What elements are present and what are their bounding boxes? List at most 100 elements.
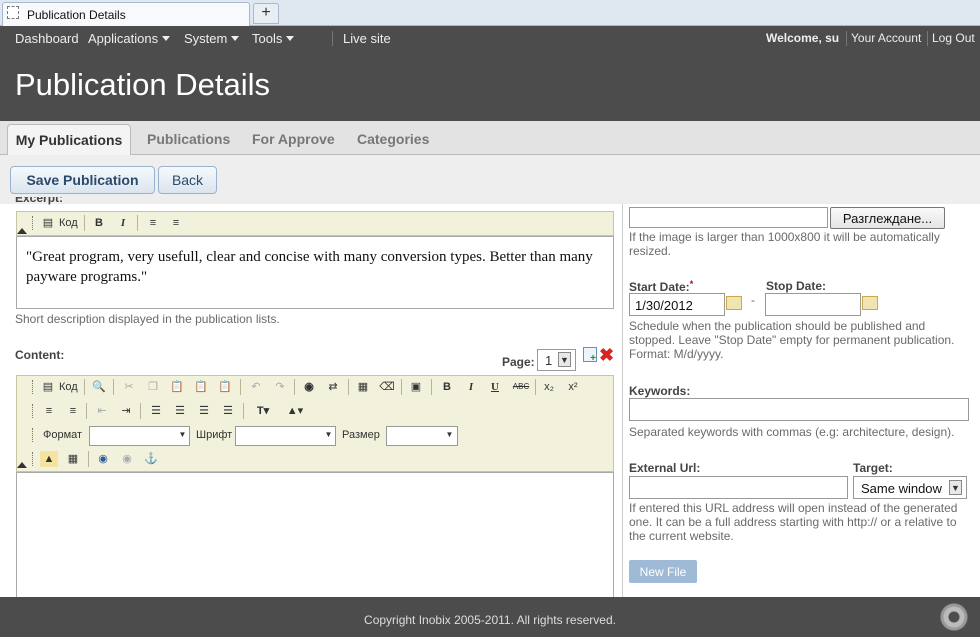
- page-title: Publication Details: [15, 67, 271, 102]
- start-date-input[interactable]: 1/30/2012: [629, 293, 725, 316]
- link-icon[interactable]: ◉: [94, 451, 112, 467]
- browser-tab[interactable]: Publication Details: [2, 2, 250, 26]
- collapse-toolbar-icon[interactable]: [17, 462, 27, 468]
- stop-date-label: Stop Date:: [766, 279, 826, 293]
- align-right-icon[interactable]: ☰: [195, 403, 213, 419]
- table-icon[interactable]: ▦: [64, 451, 82, 467]
- back-button[interactable]: Back: [158, 166, 217, 194]
- copy-icon[interactable]: ❐: [144, 379, 162, 395]
- toolbar-grip: [32, 404, 35, 418]
- toolbar-separator: [140, 403, 141, 419]
- excerpt-hint: Short description displayed in the publi…: [15, 312, 280, 326]
- excerpt-label-clip: Excerpt:: [15, 197, 75, 206]
- select-all-icon[interactable]: ▦: [354, 379, 372, 395]
- outdent-icon[interactable]: ⇤: [93, 403, 111, 419]
- superscript-icon[interactable]: x²: [564, 379, 582, 395]
- nav-divider: [927, 31, 928, 46]
- spellcheck-icon[interactable]: ▣: [407, 379, 425, 395]
- redo-icon[interactable]: ↷: [271, 379, 289, 395]
- image-hint: If the image is larger than 1000x800 it …: [629, 230, 940, 258]
- browser-tab-title: Publication Details: [27, 8, 126, 22]
- font-select[interactable]: [235, 426, 336, 446]
- browse-button[interactable]: Разглеждане...: [830, 207, 945, 229]
- paste-text-icon[interactable]: 📋: [192, 379, 210, 395]
- nav-live-site[interactable]: Live site: [343, 31, 391, 46]
- keywords-hint: Separated keywords with commas (e.g: arc…: [629, 425, 955, 439]
- toolbar-separator: [348, 379, 349, 395]
- format-select[interactable]: [89, 426, 190, 446]
- page-label: Page:: [502, 355, 535, 369]
- unlink-icon[interactable]: ◉: [118, 451, 136, 467]
- content-editor[interactable]: [16, 472, 614, 598]
- calendar-icon[interactable]: [726, 296, 742, 310]
- tab-categories[interactable]: Categories: [357, 131, 429, 147]
- image-file-input[interactable]: [629, 207, 828, 228]
- tab-my-publications[interactable]: My Publications: [7, 124, 131, 155]
- toolbar-separator: [294, 379, 295, 395]
- keywords-input[interactable]: [629, 398, 969, 421]
- source-icon[interactable]: ▤: [40, 379, 56, 395]
- bold-icon[interactable]: B: [438, 379, 456, 395]
- find-icon[interactable]: ◉: [300, 379, 318, 395]
- source-code-button[interactable]: Код: [59, 217, 78, 229]
- save-publication-button[interactable]: Save Publication: [10, 166, 155, 194]
- toolbar-separator: [431, 379, 432, 395]
- align-justify-icon[interactable]: ☰: [219, 403, 237, 419]
- paste-icon[interactable]: 📋: [168, 379, 186, 395]
- toolbar-grip: [32, 380, 35, 394]
- tab-publications[interactable]: Publications: [147, 131, 230, 147]
- nav-tools[interactable]: Tools: [252, 31, 295, 46]
- subscript-icon[interactable]: x₂: [540, 379, 558, 395]
- source-code-button[interactable]: Код: [59, 381, 78, 393]
- bulleted-list-icon[interactable]: ≡: [167, 215, 185, 231]
- nav-system[interactable]: System: [184, 31, 240, 46]
- toolbar-grip: [32, 216, 35, 230]
- format-label: Формат: [43, 429, 83, 441]
- stop-date-input[interactable]: [765, 293, 861, 316]
- nav-divider: [846, 31, 847, 46]
- replace-icon[interactable]: ⇄: [324, 379, 342, 395]
- your-account-link[interactable]: Your Account: [851, 31, 921, 45]
- nav-dashboard[interactable]: Dashboard: [15, 31, 79, 46]
- text-color-icon[interactable]: T▾: [250, 403, 276, 419]
- italic-icon[interactable]: I: [462, 379, 480, 395]
- bold-icon[interactable]: B: [90, 215, 108, 231]
- toolbar-separator: [535, 379, 536, 395]
- cut-icon[interactable]: ✂: [120, 379, 138, 395]
- nav-applications[interactable]: Applications: [88, 31, 171, 46]
- undo-icon[interactable]: ↶: [247, 379, 265, 395]
- indent-icon[interactable]: ⇥: [117, 403, 135, 419]
- new-file-button[interactable]: New File: [629, 560, 697, 583]
- italic-icon[interactable]: I: [114, 215, 132, 231]
- bulleted-list-icon[interactable]: ≡: [64, 403, 82, 419]
- strikethrough-icon[interactable]: ABC: [510, 379, 532, 395]
- anchor-icon[interactable]: ⚓: [142, 451, 160, 467]
- nav-divider: [332, 31, 333, 46]
- external-url-input[interactable]: [629, 476, 848, 499]
- chevron-down-icon: ▼: [324, 430, 333, 439]
- background-color-icon[interactable]: ▲▾: [282, 403, 308, 419]
- toolbar-separator: [401, 379, 402, 395]
- preview-icon[interactable]: 🔍: [90, 379, 108, 395]
- collapse-toolbar-icon[interactable]: [17, 228, 27, 234]
- toolbar-separator: [84, 379, 85, 395]
- logout-link[interactable]: Log Out: [932, 31, 975, 45]
- align-left-icon[interactable]: ☰: [147, 403, 165, 419]
- toolbar-separator: [84, 215, 85, 231]
- delete-page-icon[interactable]: ✖: [599, 346, 614, 364]
- numbered-list-icon[interactable]: ≡: [40, 403, 58, 419]
- calendar-icon[interactable]: [862, 296, 878, 310]
- image-icon[interactable]: ▲: [40, 451, 58, 467]
- numbered-list-icon[interactable]: ≡: [144, 215, 162, 231]
- paste-word-icon[interactable]: 📋: [216, 379, 234, 395]
- add-page-icon[interactable]: +: [583, 347, 597, 364]
- source-icon[interactable]: ▤: [40, 215, 56, 231]
- eraser-icon[interactable]: ⌫: [378, 379, 396, 395]
- new-tab-button[interactable]: +: [253, 3, 279, 24]
- underline-icon[interactable]: U: [486, 379, 504, 395]
- align-center-icon[interactable]: ☰: [171, 403, 189, 419]
- tab-for-approve[interactable]: For Approve: [252, 131, 335, 147]
- gear-icon[interactable]: [938, 601, 970, 633]
- toolbar-separator: [240, 379, 241, 395]
- excerpt-editor[interactable]: "Great program, very usefull, clear and …: [16, 236, 614, 309]
